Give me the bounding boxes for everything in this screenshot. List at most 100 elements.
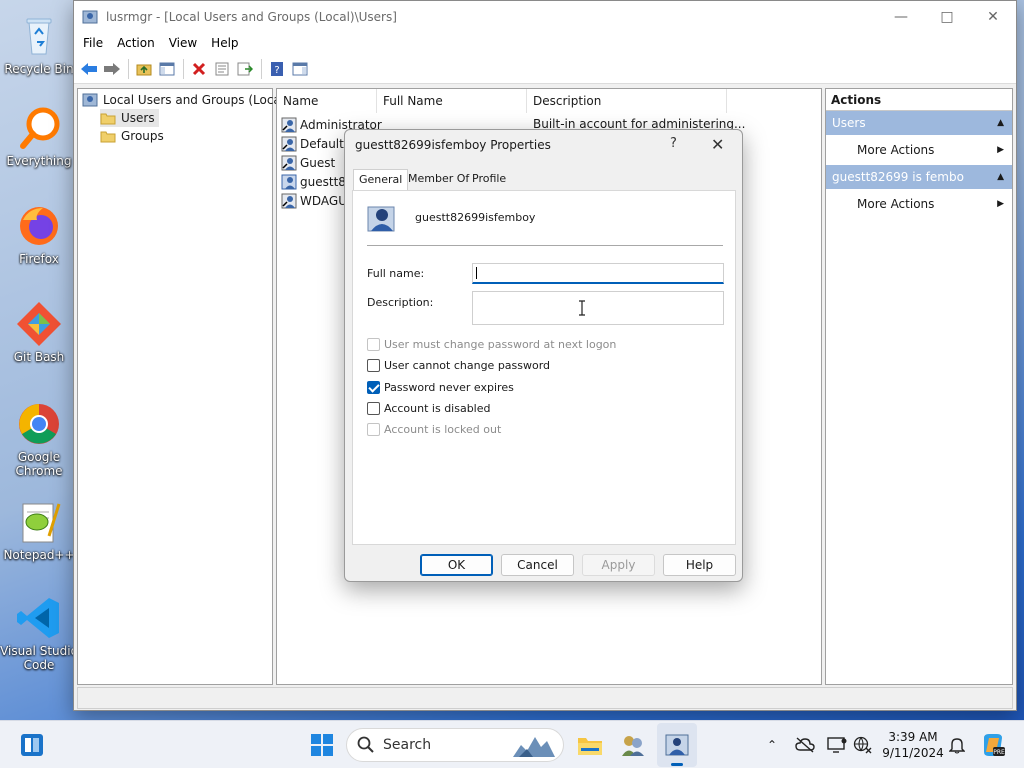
show-hide-console-tree-button[interactable] <box>156 58 178 80</box>
more-actions-users[interactable]: More Actions ▶ <box>826 135 1012 165</box>
desktop-icon-notepad-plus-plus[interactable]: Notepad++ <box>0 498 78 562</box>
vscode-icon <box>15 594 63 642</box>
monitor-icon <box>827 737 847 753</box>
desktop-icon-label: Everything <box>6 154 72 168</box>
user-name: Guest <box>300 155 336 170</box>
search-highlight-icon <box>513 737 555 757</box>
description-input[interactable] <box>472 291 724 325</box>
desktop-icon-vscode[interactable]: Visual Studio Code <box>0 594 78 672</box>
taskbar-lusrmgr-active[interactable] <box>657 723 697 767</box>
clock-time: 3:39 AM <box>888 730 938 744</box>
table-row[interactable]: guestt82 <box>281 172 354 191</box>
minimize-button[interactable]: — <box>878 1 924 32</box>
tab-general[interactable]: General <box>353 169 409 192</box>
file-explorer-icon <box>578 738 602 755</box>
column-header-full-name[interactable]: Full Name <box>377 89 527 113</box>
desktop-icon-label: Firefox <box>19 252 59 266</box>
user-avatar-icon <box>367 206 395 232</box>
checkbox-account-disabled[interactable]: Account is disabled <box>367 400 491 416</box>
desktop-icon-firefox[interactable]: Firefox <box>0 202 78 266</box>
up-folder-button[interactable] <box>133 58 155 80</box>
help-book-icon: ? <box>271 61 283 76</box>
svg-text:?: ? <box>274 65 279 76</box>
title-bar[interactable]: lusrmgr - [Local Users and Groups (Local… <box>74 1 1016 32</box>
window-title: lusrmgr - [Local Users and Groups (Local… <box>106 9 397 24</box>
forward-arrow-icon <box>104 62 120 75</box>
column-header-description[interactable]: Description <box>527 89 727 113</box>
tab-member-of[interactable]: Member Of <box>403 169 474 191</box>
menu-help[interactable]: Help <box>204 36 245 50</box>
close-window-button[interactable]: ✕ <box>970 1 1016 32</box>
table-row[interactable]: WDAGUt <box>281 191 352 210</box>
delete-button[interactable] <box>188 58 210 80</box>
table-row[interactable]: DefaultA <box>281 134 352 153</box>
forward-button[interactable] <box>101 58 123 80</box>
display-status[interactable] <box>826 721 848 768</box>
help-dialog-button[interactable]: Help <box>663 554 736 576</box>
checkbox-box <box>367 401 380 415</box>
menu-action[interactable]: Action <box>110 36 162 50</box>
taskbar-control-panel[interactable] <box>615 721 651 768</box>
tab-profile[interactable]: Profile <box>467 169 511 191</box>
desktop-icon-google-chrome[interactable]: Google Chrome <box>0 400 78 478</box>
svg-text:PRE: PRE <box>993 749 1005 756</box>
tree-item-users[interactable]: Users <box>100 109 159 127</box>
taskbar-clock[interactable]: 3:39 AM 9/11/2024 <box>880 729 946 761</box>
desktop-icon-recycle-bin[interactable]: Recycle Bin <box>0 12 78 76</box>
tree-item-groups[interactable]: Groups <box>100 127 164 145</box>
actions-pane: Actions Users ▲ More Actions ▶ guestt826… <box>825 88 1013 685</box>
user-icon <box>281 155 297 170</box>
user-icon <box>281 193 297 208</box>
start-button[interactable] <box>302 721 342 768</box>
console-tree-icon <box>159 62 175 75</box>
actions-section-selected-user[interactable]: guestt82699 is fembo ▲ <box>826 165 1012 189</box>
properties-button[interactable] <box>211 58 233 80</box>
show-hide-action-pane-button[interactable] <box>289 58 311 80</box>
dialog-help-button[interactable]: ? <box>670 136 677 151</box>
full-name-input[interactable] <box>472 263 724 284</box>
column-header-name[interactable]: Name <box>277 89 377 113</box>
menu-view[interactable]: View <box>162 36 204 50</box>
copilot-button[interactable]: PRE <box>978 721 1008 768</box>
cancel-button[interactable]: Cancel <box>501 554 574 576</box>
actions-section-users[interactable]: Users ▲ <box>826 111 1012 135</box>
export-list-button[interactable] <box>234 58 256 80</box>
export-list-icon <box>237 62 253 75</box>
ok-button[interactable]: OK <box>420 554 493 576</box>
everything-search-icon <box>15 104 63 152</box>
tree-root[interactable]: Local Users and Groups (Local) <box>82 91 289 109</box>
desktop-icon-git-bash[interactable]: Git Bash <box>0 300 78 364</box>
table-row[interactable]: Guest <box>281 153 335 172</box>
checkbox-password-never-expires[interactable]: Password never expires <box>367 379 514 395</box>
checkbox-box <box>367 422 380 436</box>
checkbox-account-locked-out[interactable]: Account is locked out <box>367 421 501 437</box>
network-status[interactable] <box>852 721 874 768</box>
show-hidden-icons-button[interactable]: ⌃ <box>762 721 782 768</box>
help-button[interactable]: ? <box>266 58 288 80</box>
taskbar-file-explorer[interactable] <box>572 721 608 768</box>
submenu-arrow-icon: ▶ <box>997 199 1004 209</box>
recycle-bin-icon <box>15 12 63 60</box>
notifications-button[interactable] <box>946 721 968 768</box>
dialog-title: guestt82699isfemboy Properties <box>355 138 551 152</box>
notepad-plus-plus-icon <box>15 498 63 546</box>
checkbox-box <box>367 337 380 351</box>
folder-icon <box>100 131 116 143</box>
more-actions-selected-user[interactable]: More Actions ▶ <box>826 189 1012 219</box>
widgets-button[interactable] <box>14 721 50 768</box>
menu-file[interactable]: File <box>76 36 110 50</box>
checkbox-must-change-password[interactable]: User must change password at next logon <box>367 336 616 352</box>
user-icon <box>281 136 297 151</box>
dialog-close-button[interactable]: ✕ <box>711 135 724 154</box>
maximize-button[interactable]: □ <box>924 1 970 32</box>
onedrive-status[interactable] <box>794 721 816 768</box>
users-settings-icon <box>622 736 644 756</box>
desktop-icon-everything[interactable]: Everything <box>0 104 78 168</box>
desktop-icon-label: Visual Studio Code <box>0 644 78 672</box>
checkbox-cannot-change-password[interactable]: User cannot change password <box>367 357 550 373</box>
chevron-up-icon: ⌃ <box>766 738 778 752</box>
back-button[interactable] <box>78 58 100 80</box>
apply-button[interactable]: Apply <box>582 554 655 576</box>
checkbox-label: Account is disabled <box>384 401 491 415</box>
taskbar-search-box[interactable]: Search <box>346 728 564 762</box>
